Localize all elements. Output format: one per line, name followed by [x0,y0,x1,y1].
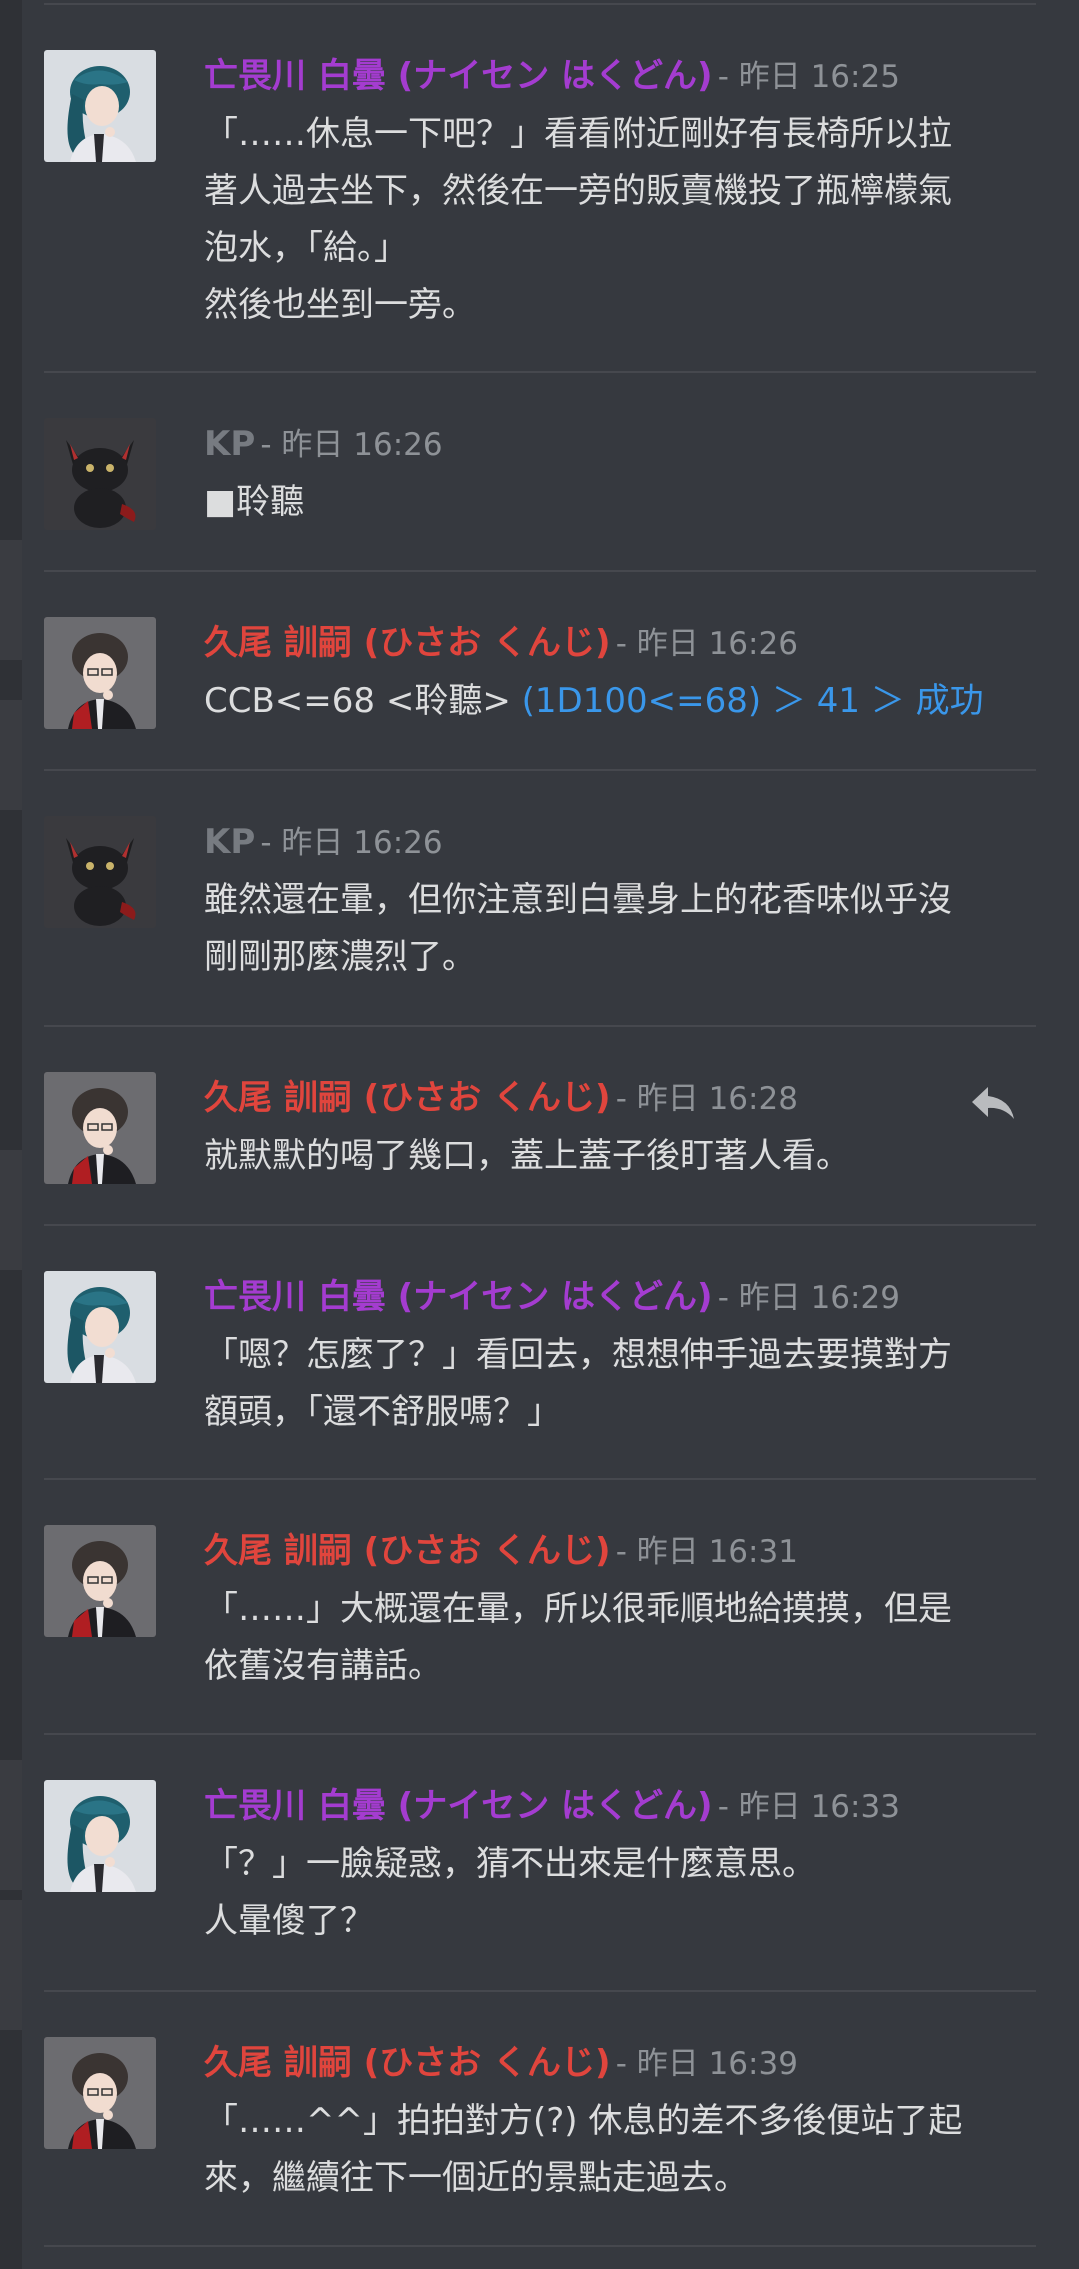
message-line: 泡水，「給。」 [204,228,408,268]
message-line: 雖然還在暈，但你注意到白曇身上的花香味似乎沒 [204,880,952,920]
message-divider [44,371,1036,373]
message-line: 著人過去坐下，然後在一旁的販賣機投了瓶檸檬氣 [204,171,952,211]
avatar-kp[interactable] [44,816,156,928]
dice-command: CCB<=68 <聆聽> [204,681,522,721]
message-content: 雖然還在暈，但你注意到白曇身上的花香味似乎沒 剛剛那麼濃烈了。 [204,872,1034,986]
username[interactable]: 亡畏川 白曇 (ナイセン はくどん) [204,56,713,96]
timestamp: - 昨日 16:26 [615,626,798,662]
message-line: 剛剛那麼濃烈了。 [204,937,476,977]
message-divider [44,1733,1036,1735]
avatar-kuo[interactable] [44,1072,156,1184]
avatar-naisen[interactable] [44,50,156,162]
message-list: 亡畏川 白曇 (ナイセン はくどん) - 昨日 16:25 「……休息一下吧？」… [0,0,1079,2269]
message-line: 額頭，「還不舒服嗎？」 [204,1392,561,1432]
username[interactable]: 久尾 訓嗣 (ひさお くんじ) [204,1531,611,1571]
dice-result: (1D100<=68) ＞ 41 ＞ 成功 [521,681,984,721]
avatar-naisen[interactable] [44,1780,156,1892]
timestamp: - 昨日 16:33 [717,1789,900,1825]
username[interactable]: KP [204,822,255,862]
message-line: 「……」大概還在暈，所以很乖順地給摸摸，但是 [204,1589,952,1629]
avatar-naisen[interactable] [44,1271,156,1383]
timestamp: - 昨日 16:29 [717,1280,900,1316]
username[interactable]: 久尾 訓嗣 (ひさお くんじ) [204,1078,611,1118]
message-divider [44,2245,1036,2247]
message-line: 「？」一臉疑惑，猜不出來是什麼意思。 [204,1844,816,1884]
dice-roll-line: CCB<=68 <聆聽> (1D100<=68) ＞ 41 ＞ 成功 [204,673,1034,730]
avatar-kuo[interactable] [44,2037,156,2149]
message-content: 「……^^」拍拍對方(?) 休息的差不多後便站了起 來，繼續往下一個近的景點走過… [204,2093,1034,2207]
message-divider [44,1025,1036,1027]
message-content: 「？」一臉疑惑，猜不出來是什麼意思。 人暈傻了？ [204,1836,1034,1950]
message-line: 「……休息一下吧？」看看附近剛好有長椅所以拉 [204,114,952,154]
message-content: 就默默的喝了幾口，蓋上蓋子後盯著人看。 [204,1128,1034,1185]
username[interactable]: KP [204,424,255,464]
username[interactable]: 亡畏川 白曇 (ナイセン はくどん) [204,1277,713,1317]
message-line: 「嗯？怎麼了？」看回去，想想伸手過去要摸對方 [204,1335,952,1375]
avatar-kp[interactable] [44,418,156,530]
timestamp: - 昨日 16:28 [615,1081,798,1117]
timestamp: - 昨日 16:39 [615,2046,798,2082]
message-line: 來，繼續往下一個近的景點走過去。 [204,2158,748,2198]
message-line: 人暈傻了？ [204,1901,374,1941]
username[interactable]: 亡畏川 白曇 (ナイセン はくどん) [204,1786,713,1826]
message-line: 依舊沒有講話。 [204,1646,442,1686]
timestamp: - 昨日 16:31 [615,1534,798,1570]
timestamp: - 昨日 16:25 [717,59,900,95]
message-content: 「……休息一下吧？」看看附近剛好有長椅所以拉 著人過去坐下，然後在一旁的販賣機投… [204,106,1034,334]
timestamp: - 昨日 16:26 [260,825,443,861]
username[interactable]: 久尾 訓嗣 (ひさお くんじ) [204,623,611,663]
message-content: 「嗯？怎麼了？」看回去，想想伸手過去要摸對方 額頭，「還不舒服嗎？」 [204,1327,1034,1441]
message-content: 「……」大概還在暈，所以很乖順地給摸摸，但是 依舊沒有講話。 [204,1581,1034,1695]
message-line: ■聆聽 [204,482,305,522]
avatar-kuo[interactable] [44,617,156,729]
message-line: 「……^^」拍拍對方(?) 休息的差不多後便站了起 [204,2101,963,2141]
message-divider [44,1990,1036,1992]
username[interactable]: 久尾 訓嗣 (ひさお くんじ) [204,2043,611,2083]
message-content: CCB<=68 <聆聽> (1D100<=68) ＞ 41 ＞ 成功 [204,673,1034,730]
timestamp: - 昨日 16:26 [260,427,443,463]
message-divider [44,3,1036,5]
message-divider [44,1478,1036,1480]
reply-arrow-icon[interactable] [968,1077,1018,1127]
message-divider [44,570,1036,572]
avatar-kuo[interactable] [44,1525,156,1637]
message-line: 然後也坐到一旁。 [204,285,476,325]
message-divider [44,1224,1036,1226]
message-line: 就默默的喝了幾口，蓋上蓋子後盯著人看。 [204,1136,850,1176]
message-content: ■聆聽 [204,474,1034,531]
message-divider [44,769,1036,771]
